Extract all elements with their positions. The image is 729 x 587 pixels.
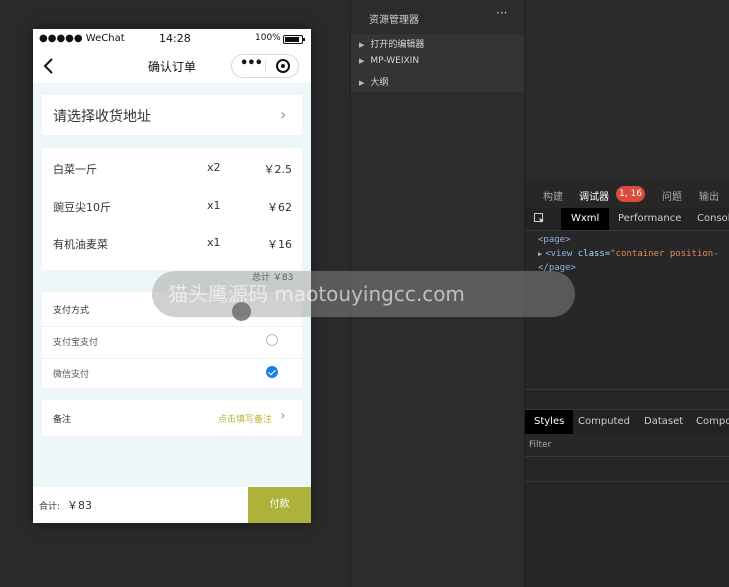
filter-bar	[525, 434, 729, 457]
editor-area	[524, 0, 729, 180]
tree-item-label: MP-WEIXIN	[370, 56, 420, 66]
pointer-cursor	[232, 302, 251, 321]
divider	[525, 389, 729, 390]
tab-performance[interactable]: Performance	[618, 213, 681, 224]
explorer-title: 资源管理器	[369, 15, 419, 26]
address-selector[interactable]: 请选择收货地址 ›	[42, 95, 302, 135]
total-value: ￥83	[67, 499, 92, 512]
style-panel-tabs: Styles Computed Dataset Compo	[525, 409, 729, 434]
code-attr: class=	[572, 249, 611, 259]
payment-title: 支付方式	[53, 306, 90, 316]
bottom-bar: 合计: ￥83 付款	[33, 487, 311, 523]
close-target-icon[interactable]	[276, 59, 290, 73]
goods-list: 白菜一斤 x2 ￥2.5 豌豆尖10斤 x1 ￥62 有机油麦菜 x1 ￥16	[42, 148, 302, 270]
goods-qty: x1	[207, 199, 221, 212]
carrier-label: ●●●●● WeChat	[39, 33, 125, 44]
status-bar: ●●●●● WeChat 14:28 100%	[33, 29, 311, 49]
caret-right-icon: ▶	[538, 250, 543, 258]
divider	[525, 481, 729, 482]
tab-debugger[interactable]: 调试器	[579, 188, 609, 203]
radio-checked-icon[interactable]	[266, 366, 278, 378]
address-label: 请选择收货地址	[53, 109, 151, 125]
tab-computed[interactable]: Computed	[578, 416, 630, 427]
payment-option-alipay[interactable]: 支付宝支付	[42, 326, 302, 357]
debugger-subtabs: Wxml Performance Consol	[525, 208, 729, 231]
explorer-tree: ▶ 打开的编辑器 ▶ MP-WEIXIN ▶ 大纲	[351, 34, 525, 92]
wxml-line[interactable]: <page>	[538, 235, 571, 245]
tab-console[interactable]: Consol	[697, 213, 729, 224]
tree-item-label: 打开的编辑器	[370, 40, 425, 50]
goods-row: 白菜一斤 x2 ￥2.5	[42, 157, 302, 181]
more-dots-icon[interactable]: •••	[240, 56, 263, 71]
devtools-tabs: 构建 调试器 1, 16 问题 输出	[525, 180, 729, 208]
code-tag: <view	[545, 249, 573, 259]
radio-unchecked-icon[interactable]	[266, 334, 278, 346]
tab-component[interactable]: Compo	[696, 416, 729, 427]
goods-qty: x2	[207, 161, 221, 174]
tree-item-label: 大纲	[370, 78, 389, 88]
code-value: "container position-	[610, 249, 719, 259]
capsule-divider	[265, 60, 266, 73]
goods-name: 豌豆尖10斤	[53, 201, 111, 214]
battery-percent: 100%	[255, 33, 281, 43]
pay-button[interactable]: 付款	[248, 487, 311, 523]
total-label: 合计:	[39, 502, 61, 512]
caret-right-icon: ▶	[359, 79, 365, 87]
payment-option-label: 微信支付	[53, 370, 90, 380]
goods-name: 有机油麦菜	[53, 238, 108, 251]
remark-row[interactable]: 备注 点击填写备注 ›	[42, 400, 302, 436]
caret-right-icon: ▶	[359, 41, 365, 49]
tab-styles[interactable]: Styles	[525, 410, 574, 434]
remark-hint: 点击填写备注	[218, 415, 273, 425]
more-icon[interactable]: ···	[496, 6, 507, 20]
mini-program-capsule: •••	[231, 54, 299, 78]
goods-price: ￥62	[267, 201, 292, 214]
tab-problems[interactable]: 问题	[662, 188, 682, 203]
tab-output[interactable]: 输出	[699, 188, 719, 203]
chevron-right-icon: ›	[280, 408, 286, 424]
tree-item-outline[interactable]: ▶ 大纲	[359, 75, 388, 93]
tab-dataset[interactable]: Dataset	[644, 416, 683, 427]
remark-label: 备注	[53, 415, 72, 425]
tree-item-mp-weixin[interactable]: ▶ MP-WEIXIN	[359, 56, 419, 74]
devtools-panel: 构建 调试器 1, 16 问题 输出 Wxml Performance Cons…	[524, 180, 729, 587]
goods-row: 有机油麦菜 x1 ￥16	[42, 232, 302, 256]
goods-row: 豌豆尖10斤 x1 ￥62	[42, 195, 302, 219]
status-time: 14:28	[159, 32, 191, 45]
error-count-badge: 1, 16	[616, 186, 645, 202]
nav-bar: 确认订单 •••	[33, 49, 311, 83]
wxml-line[interactable]: ▶ <view class="container position-	[538, 249, 719, 259]
watermark-banner: 猫头鹰源码 maotouyingcc.com	[152, 271, 575, 317]
goods-name: 白菜一斤	[53, 163, 97, 176]
tab-build[interactable]: 构建	[543, 188, 563, 203]
goods-price: ￥16	[267, 238, 292, 251]
payment-option-label: 支付宝支付	[53, 338, 99, 348]
code-tag: <page>	[538, 235, 571, 245]
chevron-right-icon: ›	[280, 105, 287, 124]
caret-right-icon: ▶	[359, 57, 365, 65]
goods-price: ￥2.5	[263, 163, 293, 176]
inspect-element-icon[interactable]	[534, 213, 545, 224]
filter-input[interactable]	[529, 437, 719, 452]
tree-item-open-editors[interactable]: ▶ 打开的编辑器	[359, 37, 424, 55]
tab-wxml[interactable]: Wxml	[561, 208, 610, 230]
goods-qty: x1	[207, 236, 221, 249]
payment-option-wechat[interactable]: 微信支付	[42, 358, 302, 389]
battery-icon	[283, 35, 305, 44]
